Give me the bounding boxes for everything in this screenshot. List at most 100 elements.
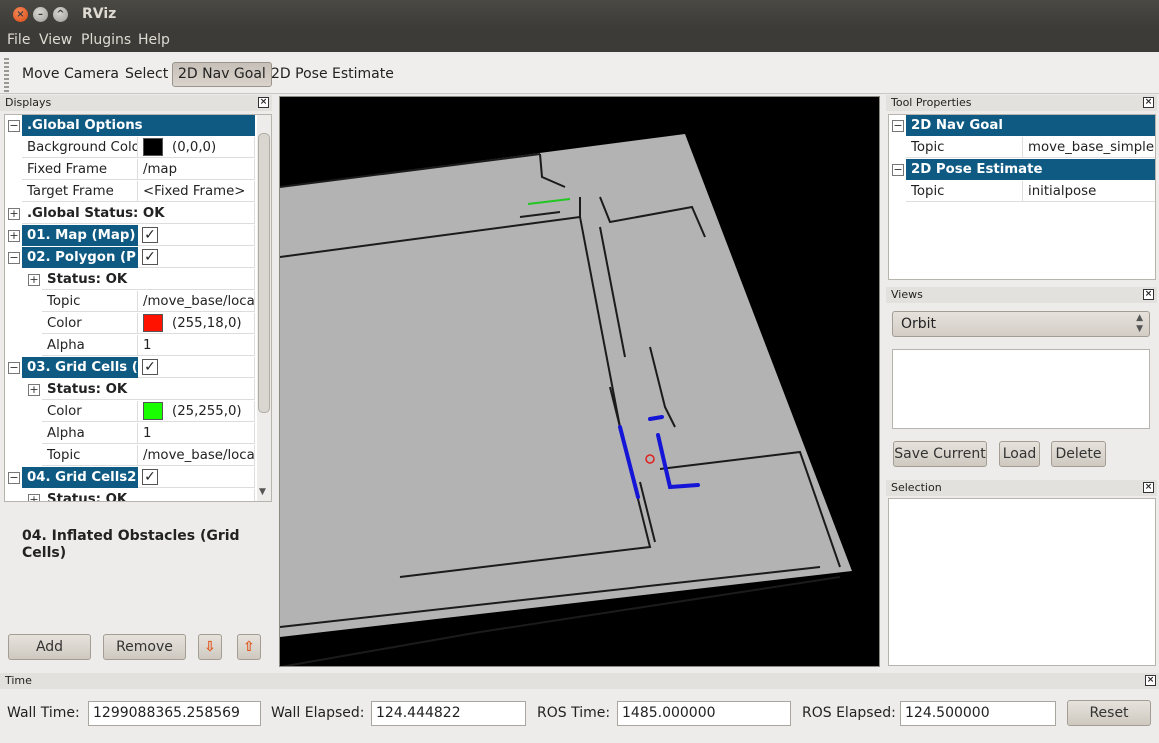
scroll-down-icon[interactable]: ▼ <box>259 487 266 497</box>
fixed-frame-label: Fixed Frame <box>22 159 138 180</box>
ros-time-field[interactable]: 1485.000000 <box>617 701 791 726</box>
title-bar: × – ^ RViz <box>0 0 1159 29</box>
bg-color-value: (0,0,0) <box>172 140 217 155</box>
grid-alpha-value[interactable]: 1 <box>138 423 255 444</box>
grid-color-label: Color <box>42 401 138 422</box>
polygon-topic-value[interactable]: /move_base/loca <box>138 291 255 312</box>
time-close-icon[interactable]: × <box>1145 675 1156 686</box>
grid-topic-label: Topic <box>42 445 138 466</box>
collapse-icon[interactable]: − <box>8 252 20 264</box>
bg-color-swatch[interactable] <box>143 138 163 156</box>
close-window-icon[interactable]: × <box>13 7 28 22</box>
map-enabled-checkbox[interactable]: ✓ <box>142 227 158 243</box>
polygon-color-swatch[interactable] <box>143 314 163 332</box>
move-camera-tool[interactable]: Move Camera <box>17 62 124 87</box>
toolbar-grip-icon[interactable] <box>4 58 9 92</box>
delete-view-button[interactable]: Delete <box>1051 441 1106 467</box>
selection-close-icon[interactable]: × <box>1143 482 1154 493</box>
polygon-status[interactable]: Status: OK <box>42 269 255 290</box>
nav-goal-category[interactable]: 2D Nav Goal <box>906 115 1155 136</box>
ros-elapsed-field[interactable]: 124.500000 <box>900 701 1056 726</box>
polygon-topic-label: Topic <box>42 291 138 312</box>
reset-button[interactable]: Reset <box>1067 700 1151 726</box>
collapse-icon[interactable]: − <box>8 362 20 374</box>
menu-view[interactable]: View <box>39 32 72 48</box>
grid-cells-enabled-checkbox[interactable]: ✓ <box>142 359 158 375</box>
grid-color-value: (25,255,0) <box>172 404 242 419</box>
displays-scrollbar[interactable]: ▼ <box>257 115 271 501</box>
views-list[interactable] <box>892 349 1150 429</box>
grid-color-cell[interactable]: (25,255,0) <box>138 401 255 422</box>
map-display[interactable]: 01. Map (Map) <box>22 225 138 246</box>
expand-icon[interactable]: + <box>28 384 40 396</box>
expand-icon[interactable]: + <box>8 230 20 242</box>
collapse-icon[interactable]: − <box>8 472 20 484</box>
expand-icon[interactable]: + <box>28 274 40 286</box>
expand-icon[interactable]: + <box>8 208 20 220</box>
views-header: Views × <box>886 287 1157 303</box>
global-options-category[interactable]: .Global Options <box>22 115 255 136</box>
time-title: Time <box>5 674 32 687</box>
grid-color-swatch[interactable] <box>143 402 163 420</box>
grid-cells2-status[interactable]: Status: OK <box>42 489 255 501</box>
global-status-row[interactable]: .Global Status: OK <box>22 203 255 224</box>
menu-plugins[interactable]: Plugins <box>81 32 131 48</box>
render-viewport[interactable] <box>279 96 880 667</box>
save-current-button[interactable]: Save Current <box>893 441 987 467</box>
minimize-window-icon[interactable]: – <box>33 7 48 22</box>
add-display-button[interactable]: Add <box>8 634 91 660</box>
expand-icon[interactable]: + <box>28 494 40 501</box>
load-view-button[interactable]: Load <box>999 441 1040 467</box>
polygon-display[interactable]: 02. Polygon (P <box>22 247 138 268</box>
select-tool[interactable]: Select <box>120 62 173 87</box>
tool-properties-tree: − 2D Nav Goal Topic move_base_simple − 2… <box>888 114 1156 280</box>
view-type-select[interactable]: Orbit ▲ ▼ <box>892 311 1150 337</box>
selection-header: Selection × <box>886 480 1157 496</box>
maximize-window-icon[interactable]: ^ <box>53 7 68 22</box>
grid-cells-display[interactable]: 03. Grid Cells ( <box>22 357 138 378</box>
move-up-icon[interactable]: ⇧ <box>237 634 261 660</box>
grid-topic-value[interactable]: /move_base/loca <box>138 445 255 466</box>
polygon-enabled-checkbox[interactable]: ✓ <box>142 249 158 265</box>
bg-color-cell[interactable]: (0,0,0) <box>138 137 255 158</box>
nav-goal-tool[interactable]: 2D Nav Goal <box>172 62 272 87</box>
nav-topic-label: Topic <box>906 137 1023 158</box>
displays-header: Displays × <box>0 95 272 111</box>
move-down-icon[interactable]: ⇩ <box>198 634 222 660</box>
displays-tree: − .Global Options Background Colo (0,0,0… <box>4 114 272 502</box>
menu-help[interactable]: Help <box>138 32 170 48</box>
displays-close-icon[interactable]: × <box>258 97 269 108</box>
collapse-icon[interactable]: − <box>8 120 20 132</box>
grid-cells2-display[interactable]: 04. Grid Cells2 <box>22 467 138 488</box>
target-frame-value[interactable]: <Fixed Frame> <box>138 181 255 202</box>
toolbar: Move Camera Select 2D Nav Goal 2D Pose E… <box>0 54 1159 94</box>
nav-topic-value[interactable]: move_base_simple <box>1023 137 1155 158</box>
pose-topic-value[interactable]: initialpose <box>1023 181 1155 202</box>
pose-estimate-category[interactable]: 2D Pose Estimate <box>906 159 1155 180</box>
wall-time-field[interactable]: 1299088365.258569 <box>88 701 261 726</box>
views-title: Views <box>891 288 923 301</box>
remove-display-button[interactable]: Remove <box>103 634 186 660</box>
scrollbar-thumb[interactable] <box>258 133 270 413</box>
polygon-alpha-value[interactable]: 1 <box>138 335 255 356</box>
collapse-icon[interactable]: − <box>892 164 904 176</box>
selection-title: Selection <box>891 481 942 494</box>
collapse-icon[interactable]: − <box>892 120 904 132</box>
tool-properties-close-icon[interactable]: × <box>1143 97 1154 108</box>
grid-alpha-label: Alpha <box>42 423 138 444</box>
target-frame-label: Target Frame <box>22 181 138 202</box>
pose-estimate-tool[interactable]: 2D Pose Estimate <box>266 62 399 87</box>
fixed-frame-value[interactable]: /map <box>138 159 255 180</box>
time-header: Time × <box>0 673 1159 689</box>
views-close-icon[interactable]: × <box>1143 289 1154 300</box>
menu-file[interactable]: File <box>7 32 30 48</box>
spin-arrows-icon: ▲ ▼ <box>1136 313 1143 334</box>
displays-title: Displays <box>5 96 52 109</box>
grid-cells-status[interactable]: Status: OK <box>42 379 255 400</box>
ros-time-label: ROS Time: <box>537 705 611 721</box>
wall-elapsed-field[interactable]: 124.444822 <box>371 701 526 726</box>
grid-cells2-enabled-checkbox[interactable]: ✓ <box>142 469 158 485</box>
polygon-color-label: Color <box>42 313 138 334</box>
window-title: RViz <box>82 6 117 22</box>
polygon-color-cell[interactable]: (255,18,0) <box>138 313 255 334</box>
